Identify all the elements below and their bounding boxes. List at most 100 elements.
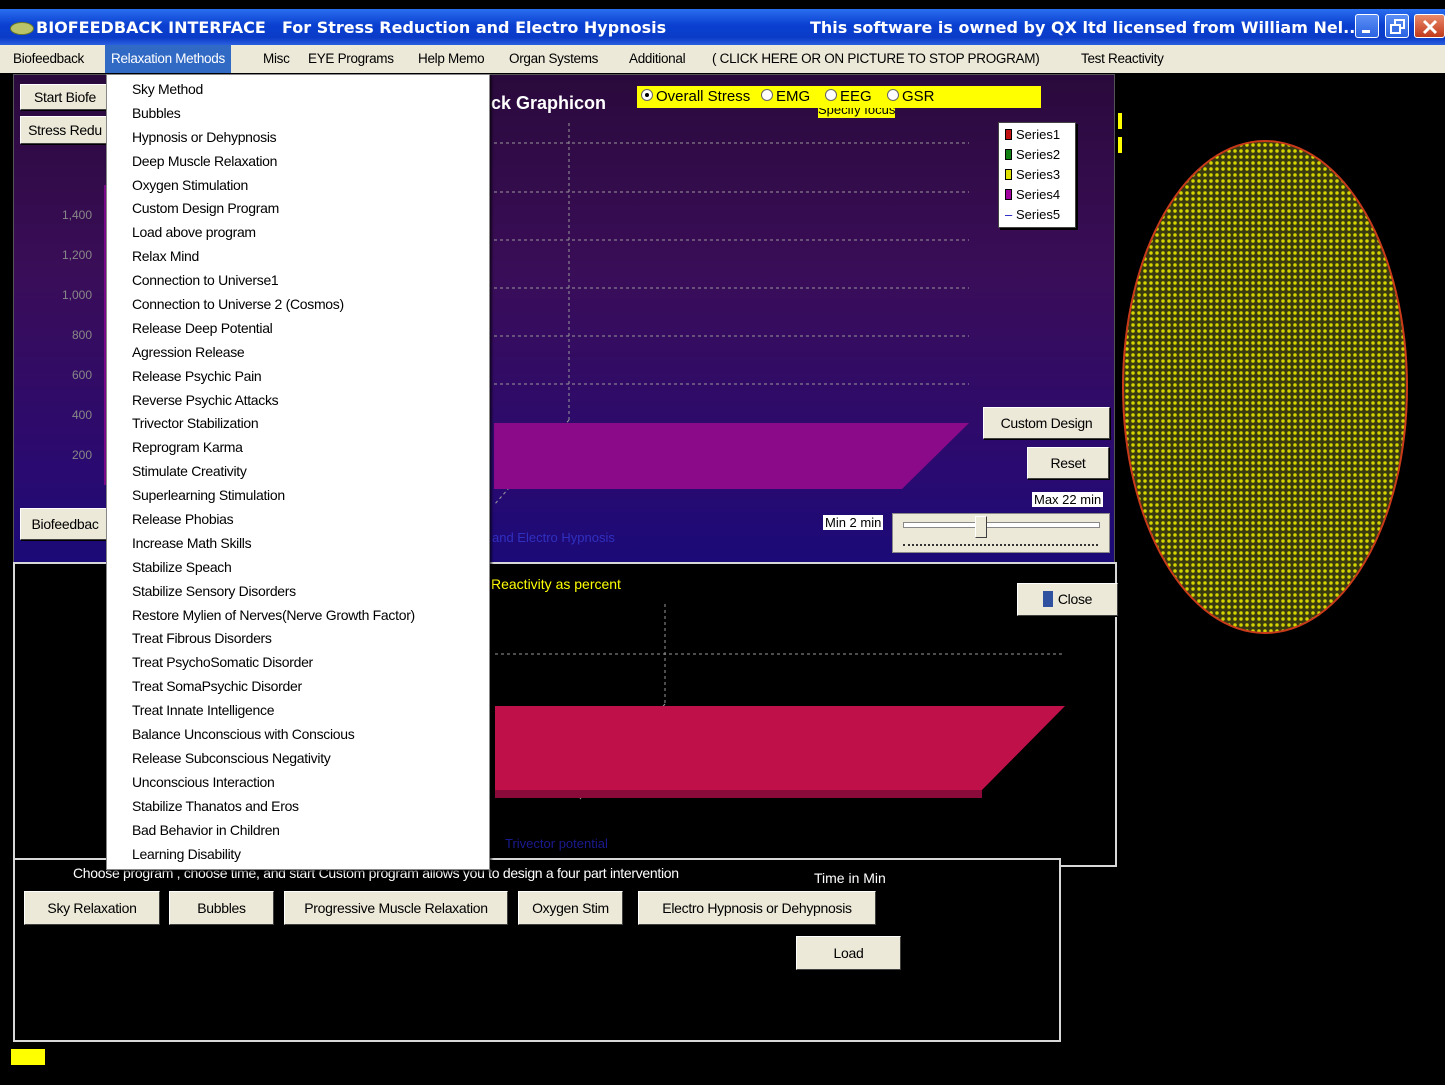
- radio-off-icon: [761, 89, 773, 101]
- menu-organ-systems[interactable]: Organ Systems: [503, 45, 604, 73]
- bubbles-button[interactable]: Bubbles: [169, 891, 274, 925]
- menu-item-reverse-psychic-attacks[interactable]: Reverse Psychic Attacks: [107, 388, 489, 412]
- focus-radio-group: Overall Stress EMG EEG GSR: [637, 86, 1041, 108]
- window-subtitle: For Stress Reduction and Electro Hypnosi…: [282, 18, 667, 37]
- chart-legend: Series1 Series2 Series3 Series4 – Series5: [998, 122, 1076, 228]
- menu-item-relax-mind[interactable]: Relax Mind: [107, 244, 489, 268]
- legend-series1: Series1: [1005, 127, 1060, 142]
- menu-item-balance-unconscious[interactable]: Balance Unconscious with Conscious: [107, 722, 489, 746]
- y-tick: 200: [71, 448, 92, 462]
- menu-item-agression-release[interactable]: Agression Release: [107, 340, 489, 364]
- menu-item-reprogram-karma[interactable]: Reprogram Karma: [107, 435, 489, 459]
- menu-item-psychosomatic[interactable]: Treat PsychoSomatic Disorder: [107, 650, 489, 674]
- menu-item-fibrous-disorders[interactable]: Treat Fibrous Disorders: [107, 626, 489, 650]
- menu-test-reactivity[interactable]: Test Reactivity: [1075, 45, 1170, 73]
- y-tick: 1,400: [61, 208, 92, 222]
- menu-help-memo[interactable]: Help Memo: [412, 45, 490, 73]
- electro-hypnosis-button[interactable]: Electro Hypnosis or Dehypnosis: [638, 891, 876, 925]
- menu-item-trivector-stabilization[interactable]: Trivector Stabilization: [107, 411, 489, 435]
- menu-item-release-psychic-pain[interactable]: Release Psychic Pain: [107, 364, 489, 388]
- menu-item-custom-design[interactable]: Custom Design Program: [107, 196, 489, 220]
- menu-item-release-deep-potential[interactable]: Release Deep Potential: [107, 316, 489, 340]
- legend-label: Series2: [1016, 147, 1061, 162]
- minimize-button[interactable]: [1355, 14, 1379, 38]
- stress-reduction-button[interactable]: Stress Redu: [20, 116, 110, 144]
- custom-design-label: Custom Design: [1000, 415, 1093, 431]
- menu-item-deep-muscle-relaxation[interactable]: Deep Muscle Relaxation: [107, 149, 489, 173]
- menu-item-math-skills[interactable]: Increase Math Skills: [107, 531, 489, 555]
- radio-label: EEG: [840, 88, 872, 105]
- menu-item-restore-mylien[interactable]: Restore Mylien of Nerves(Nerve Growth Fa…: [107, 603, 489, 627]
- menu-item-innate-intelligence[interactable]: Treat Innate Intelligence: [107, 698, 489, 722]
- reactivity-plane-edge: [495, 790, 982, 798]
- menu-item-hypnosis[interactable]: Hypnosis or Dehypnosis: [107, 125, 489, 149]
- legend-series4: Series4: [1005, 187, 1060, 202]
- menu-item-bad-behavior[interactable]: Bad Behavior in Children: [107, 818, 489, 842]
- reactivity-plane: [495, 706, 1065, 790]
- graph-floor-plane: [494, 423, 969, 489]
- slider-thumb[interactable]: [975, 516, 987, 538]
- menu-item-superlearning[interactable]: Superlearning Stimulation: [107, 483, 489, 507]
- y-tick: 400: [71, 408, 92, 422]
- status-indicator: [11, 1049, 45, 1065]
- time-slider[interactable]: [892, 513, 1110, 553]
- menu-item-connection-universe1[interactable]: Connection to Universe1: [107, 268, 489, 292]
- biofeedback-button[interactable]: Biofeedbac: [20, 508, 110, 540]
- menu-bar: Biofeedback Relaxation Methods Misc EYE …: [0, 45, 1445, 73]
- menu-item-unconscious-interaction[interactable]: Unconscious Interaction: [107, 770, 489, 794]
- trivector-label: Trivector potential: [505, 836, 608, 851]
- reset-button[interactable]: Reset: [1027, 447, 1109, 479]
- menu-item-bubbles[interactable]: Bubbles: [107, 101, 489, 125]
- load-button[interactable]: Load: [796, 936, 901, 970]
- menu-item-sky-method[interactable]: Sky Method: [107, 77, 489, 101]
- slider-ticks: [903, 544, 1098, 546]
- menu-item-somapsychic[interactable]: Treat SomaPsychic Disorder: [107, 674, 489, 698]
- radio-emg[interactable]: EMG: [761, 88, 810, 105]
- minimize-icon: [1362, 30, 1370, 33]
- menu-item-release-phobias[interactable]: Release Phobias: [107, 507, 489, 531]
- menu-item-stabilize-speach[interactable]: Stabilize Speach: [107, 555, 489, 579]
- menu-item-thanatos-eros[interactable]: Stabilize Thanatos and Eros: [107, 794, 489, 818]
- menu-additional[interactable]: Additional: [623, 45, 691, 73]
- menu-item-oxygen-stimulation[interactable]: Oxygen Stimulation: [107, 173, 489, 197]
- radio-eeg[interactable]: EEG: [825, 88, 872, 105]
- restore-button[interactable]: [1385, 14, 1409, 38]
- app-icon: [10, 22, 34, 35]
- door-icon: [1042, 591, 1053, 607]
- progressive-muscle-relaxation-button[interactable]: Progressive Muscle Relaxation: [284, 891, 508, 925]
- title-bar: BIOFEEDBACK INTERFACE For Stress Reducti…: [0, 9, 1445, 45]
- menu-item-sensory-disorders[interactable]: Stabilize Sensory Disorders: [107, 579, 489, 603]
- window-title: BIOFEEDBACK INTERFACE: [36, 18, 266, 37]
- hypnosis-picture[interactable]: [1122, 140, 1408, 634]
- slider-track: [903, 522, 1100, 528]
- menu-item-learning-disability[interactable]: Learning Disability: [107, 842, 489, 866]
- radio-gsr[interactable]: GSR: [887, 88, 935, 105]
- sky-relaxation-button[interactable]: Sky Relaxation: [24, 891, 160, 925]
- start-biofeedback-button[interactable]: Start Biofe: [20, 84, 110, 110]
- radio-label: GSR: [902, 88, 935, 105]
- graph-footer-text: and Electro Hypnosis: [492, 530, 615, 545]
- menu-stop-program[interactable]: ( CLICK HERE OR ON PICTURE TO STOP PROGR…: [706, 45, 1045, 73]
- menu-biofeedback[interactable]: Biofeedback: [7, 45, 90, 73]
- menu-relaxation-methods[interactable]: Relaxation Methods: [105, 45, 231, 73]
- custom-design-button[interactable]: Custom Design: [983, 407, 1110, 439]
- legend-swatch: [1005, 169, 1012, 180]
- menu-item-stimulate-creativity[interactable]: Stimulate Creativity: [107, 459, 489, 483]
- oxygen-stim-button[interactable]: Oxygen Stim: [518, 891, 623, 925]
- menu-item-connection-universe2[interactable]: Connection to Universe 2 (Cosmos): [107, 292, 489, 316]
- min-time-label: Min 2 min: [823, 515, 884, 530]
- legend-swatch: [1005, 189, 1012, 200]
- menu-misc[interactable]: Misc: [257, 45, 296, 73]
- menu-eye-programs[interactable]: EYE Programs: [302, 45, 400, 73]
- program-panel: Choose program , choose time, and start …: [13, 858, 1061, 1042]
- close-window-button[interactable]: [1414, 14, 1445, 38]
- radio-label: EMG: [776, 88, 811, 105]
- legend-series5: – Series5: [1005, 207, 1060, 222]
- menu-item-subconscious-negativity[interactable]: Release Subconscious Negativity: [107, 746, 489, 770]
- close-button[interactable]: Close: [1017, 583, 1118, 616]
- restore-icon: [1390, 19, 1405, 34]
- radio-overall-stress[interactable]: Overall Stress: [641, 88, 750, 105]
- legend-series3: Series3: [1005, 167, 1060, 182]
- close-icon: [1422, 19, 1438, 35]
- menu-item-load-program[interactable]: Load above program: [107, 220, 489, 244]
